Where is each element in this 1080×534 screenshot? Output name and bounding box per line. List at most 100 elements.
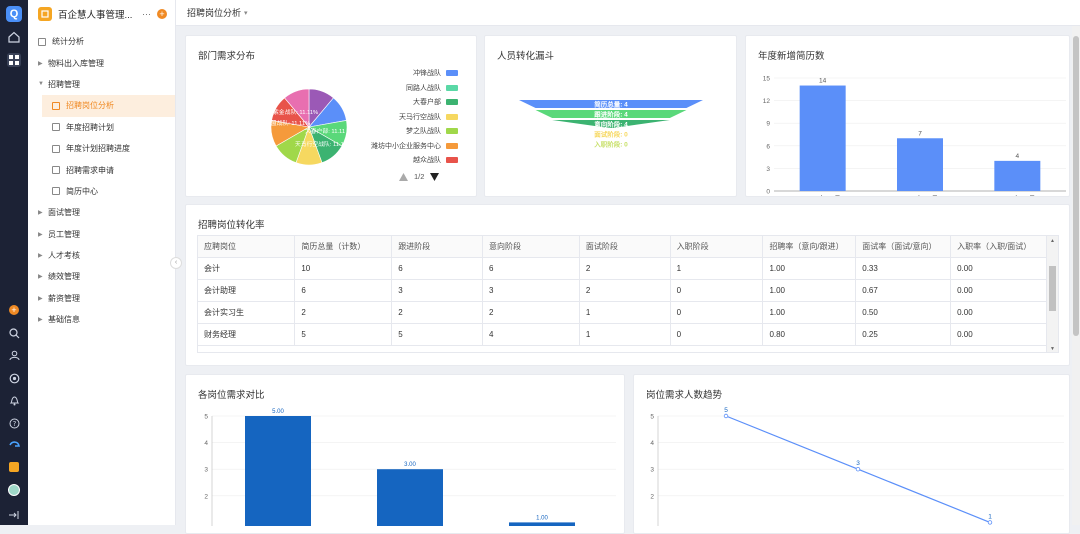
nav-item[interactable]: 招聘需求申请 (28, 159, 175, 180)
chevron-right-icon: ▶ (38, 274, 43, 281)
add-icon[interactable]: + (7, 303, 21, 317)
table-row[interactable]: 财务经理 5 5 4 1 0 0.80 0.25 0.00 (198, 323, 1048, 346)
page-icon (52, 123, 60, 132)
legend-item[interactable]: 梦之队战队 (328, 124, 458, 139)
apps-icon[interactable] (7, 53, 21, 67)
page-scrollbar-thumb[interactable] (1073, 36, 1079, 336)
compare-bar-chart: 2 3 4 5 5.00 3.00 1.00 (204, 409, 616, 526)
page-icon (38, 37, 46, 46)
nav-item[interactable]: ▶ 绩效管理 (28, 266, 175, 287)
bell-icon[interactable] (7, 393, 21, 407)
legend-item[interactable]: 潍坊中小企业服务中心 (328, 139, 458, 154)
legend-item[interactable]: 大春户部 (328, 95, 458, 110)
table-cell: 财务经理 (198, 323, 296, 346)
legend-item[interactable]: 越众战队 (328, 153, 458, 168)
column-header[interactable]: 入职阶段 (670, 236, 764, 258)
conversion-table-wrap: 应聘岗位 简历总量（计数） 跟进阶段 意向阶段 面试阶段 入职阶段 招聘率（意向/跟进） 面试… (197, 235, 1059, 353)
nav-item[interactable]: ▶ 人才考核 (28, 245, 175, 266)
page-up-icon[interactable] (399, 172, 408, 181)
y-tick-label: 4 (650, 440, 654, 447)
table-cell: 会计实习生 (198, 301, 296, 324)
bar[interactable] (799, 85, 846, 191)
column-header[interactable]: 跟进阶段 (391, 236, 483, 258)
column-header[interactable]: 意向阶段 (482, 236, 580, 258)
home-icon[interactable] (7, 30, 21, 44)
nav-item-label: 人才考核 (48, 251, 80, 261)
y-tick-label: 6 (766, 143, 770, 150)
column-header[interactable]: 应聘岗位 (198, 236, 296, 258)
column-header[interactable]: 招聘率（意向/跟进） (762, 236, 857, 258)
scroll-down-icon[interactable]: ▼ (1050, 346, 1055, 352)
app-rail: Q + ? (0, 0, 28, 525)
expand-icon[interactable] (7, 508, 21, 522)
page-down-icon[interactable] (430, 172, 440, 181)
data-label: 1.00 (536, 515, 548, 521)
legend-item[interactable]: 冲锋战队 (328, 66, 458, 81)
app-shortcut-icon[interactable] (7, 438, 21, 452)
column-header[interactable]: 简历总量（计数） (294, 236, 393, 258)
settings-icon[interactable] (7, 371, 21, 385)
y-tick-label: 5 (650, 414, 654, 421)
column-header[interactable]: 面试率（面试/意向） (855, 236, 952, 258)
legend-item[interactable]: 同路人战队 (328, 81, 458, 96)
legend-label: 梦之队战队 (406, 128, 441, 136)
mini-app-icon[interactable] (7, 460, 21, 474)
data-label: 14 (819, 78, 827, 85)
nav-item[interactable]: ▶ 薪资管理 (28, 288, 175, 309)
bar[interactable] (994, 160, 1041, 191)
collapse-sidebar-button[interactable]: ‹ (170, 257, 182, 269)
sidebar: 百企慧人事管理... ··· + 统计分析 ▶ 物料出入库管理 ▼ 招聘管理 招聘岗位分析… (28, 0, 176, 525)
page-scrollbar[interactable] (1072, 26, 1080, 525)
app-logo[interactable]: Q (6, 6, 22, 22)
y-tick-label: 4 (204, 440, 208, 447)
x-tick-label: 2021年12月 (805, 194, 841, 196)
table-cell: 0.33 (855, 257, 952, 280)
bar[interactable] (245, 416, 311, 526)
legend-label: 天马行空战队 (399, 113, 441, 121)
line-point[interactable] (723, 413, 729, 419)
nav-item-label: 简历中心 (66, 186, 98, 196)
bar[interactable] (377, 469, 443, 526)
chevron-down-icon[interactable]: ▾ (244, 9, 248, 17)
legend-swatch (446, 128, 458, 135)
card-title: 招聘岗位转化率 (198, 220, 265, 231)
funnel-card: 人员转化漏斗 简历总量: 4 跟进阶段: 4 意向阶段: 4 面试阶段: 0 入职阶段:… (484, 35, 737, 197)
nav-item[interactable]: ▼ 招聘管理 (28, 74, 175, 95)
table-scrollbar[interactable]: ▲ ▼ (1046, 236, 1058, 352)
avatar[interactable] (7, 483, 21, 497)
svg-text:?: ? (12, 420, 16, 428)
nav-item[interactable]: 年度计划招聘进度 (28, 138, 175, 159)
page-title[interactable]: 招聘岗位分析 (187, 6, 241, 19)
nav-item[interactable]: ▶ 员工管理 (28, 224, 175, 245)
contacts-icon[interactable] (7, 348, 21, 362)
nav-item[interactable]: 招聘岗位分析 (42, 95, 175, 117)
table-cell: 6 (482, 257, 580, 280)
nav-item[interactable]: 年度招聘计划 (28, 117, 175, 138)
data-label: 1 (988, 513, 992, 520)
add-button[interactable]: + (157, 9, 167, 19)
table-row[interactable]: 会计助理 6 3 3 2 0 1.00 0.67 0.00 (198, 279, 1048, 302)
bar[interactable] (509, 522, 575, 526)
more-icon[interactable]: ··· (142, 9, 151, 19)
nav-menu: 统计分析 ▶ 物料出入库管理 ▼ 招聘管理 招聘岗位分析 年度招聘计划 年度计划招聘进度 招聘需… (28, 31, 175, 330)
y-tick-label: 2 (204, 493, 208, 500)
scrollbar-thumb[interactable] (1049, 266, 1056, 311)
table-cell: 0 (670, 279, 764, 302)
line-point[interactable] (855, 466, 861, 472)
nav-item[interactable]: 简历中心 (28, 181, 175, 202)
column-header[interactable]: 面试阶段 (579, 236, 671, 258)
table-row[interactable]: 会计实习生 2 2 2 1 0 1.00 0.50 0.00 (198, 301, 1048, 324)
nav-item[interactable]: ▶ 物料出入库管理 (28, 52, 175, 73)
x-tick-label: 2022年01月 (902, 194, 938, 196)
column-header[interactable]: 入职率（入职/面试） (950, 236, 1048, 258)
nav-item[interactable]: ▶ 基础信息 (28, 309, 175, 330)
search-icon[interactable] (7, 326, 21, 340)
scroll-up-icon[interactable]: ▲ (1050, 238, 1055, 244)
help-icon[interactable]: ? (7, 416, 21, 430)
nav-item[interactable]: 统计分析 (28, 31, 175, 52)
table-row[interactable]: 会计 10 6 6 2 1 1.00 0.33 0.00 (198, 257, 1048, 280)
nav-item[interactable]: ▶ 面试管理 (28, 202, 175, 223)
line-point[interactable] (987, 520, 993, 525)
bar[interactable] (897, 138, 943, 191)
legend-item[interactable]: 天马行空战队 (328, 110, 458, 125)
